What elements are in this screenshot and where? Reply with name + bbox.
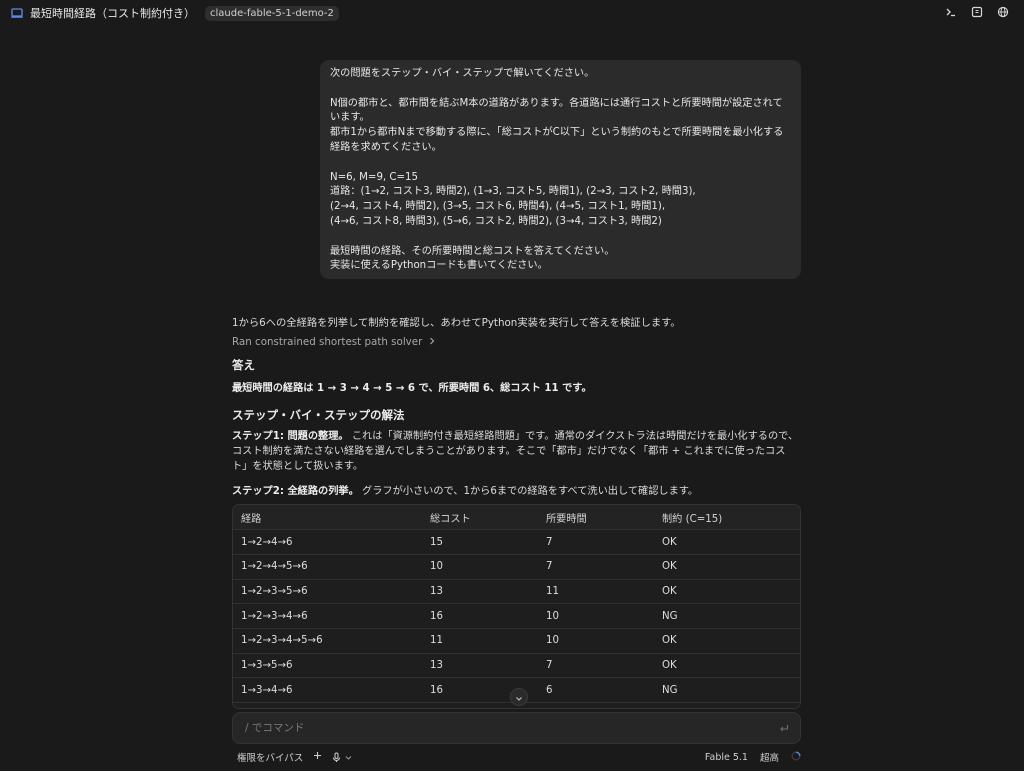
table-cell: 11	[538, 579, 654, 605]
table-cell: OK	[654, 653, 800, 679]
top-bar: 最短時間経路（コスト制約付き） claude-fable-5-1-demo-2	[0, 0, 1024, 26]
user-message: 次の問題をステップ・バイ・ステップで解いてください。 N個の都市と、都市間を結ぶ…	[320, 60, 801, 279]
user-line: 道路：(1→2, コスト3, 時間2), (1→3, コスト5, 時間1), (…	[330, 186, 696, 198]
step2-paragraph: ステップ2: 全経路の列挙。 グラフが小さいので、1から6までの経路をすべて洗い…	[232, 482, 698, 497]
steps-heading: ステップ・バイ・ステップの解法	[232, 408, 405, 422]
table-cell: 16	[422, 603, 538, 629]
prompt-input-box[interactable]	[232, 712, 801, 744]
tool-run-toggle[interactable]: Ran constrained shortest path solver	[232, 336, 436, 348]
table-cell: 13	[422, 653, 538, 679]
user-line: (4→6, コスト8, 時間3), (5→6, コスト2, 時間2), (3→4…	[330, 215, 662, 227]
routes-table: 経路 総コスト 所要時間 制約 (C=15) 1→2→4→6 15 7 OK 1…	[232, 504, 801, 709]
table-cell: 1→2→3→4→6	[233, 603, 422, 629]
answer-text: 最短時間の経路は 1 → 3 → 4 → 5 → 6 で、所要時間 6、総コスト…	[232, 383, 592, 394]
step2-label: ステップ2: 全経路の列挙。	[232, 486, 359, 497]
table-cell: 6	[538, 677, 654, 703]
table-cell: 1→2→3→5→6	[233, 579, 422, 605]
user-line: N=6, M=9, C=15	[330, 171, 419, 183]
table-row: 1→2→4→6 15 7 OK	[233, 529, 800, 555]
table-cell: OK	[654, 628, 800, 654]
table-cell: OK	[654, 579, 800, 605]
laptop-icon	[10, 6, 24, 20]
session-title: 最短時間経路（コスト制約付き）	[30, 7, 195, 20]
globe-icon[interactable]	[996, 5, 1010, 19]
table-cell: 15	[422, 529, 538, 555]
panel-icon[interactable]	[970, 5, 984, 19]
column-header: 所要時間	[538, 505, 654, 531]
table-cell: 1→2→4→6	[233, 529, 422, 555]
table-cell: 7	[538, 529, 654, 555]
table-cell: 10	[538, 603, 654, 629]
chevron-down-icon	[515, 688, 523, 707]
step2-text: グラフが小さいので、1から6までの経路をすべて洗い出して確認します。	[358, 486, 699, 497]
table-cell: OK	[654, 529, 800, 555]
table-cell: 1→3→4→6	[233, 677, 422, 703]
permission-mode[interactable]: 権限をバイパス	[237, 750, 303, 764]
step1-paragraph: ステップ1: 問題の整理。 これは「資源制約付き最短経路問題」です。通常のダイク…	[232, 429, 800, 474]
user-line: 最短時間の経路、その所要時間と総コストを答えてください。	[330, 245, 615, 257]
user-line: N個の都市と、都市間を結ぶM本の道路があります。各道路には通行コストと所要時間が…	[330, 97, 783, 124]
column-header: 経路	[233, 505, 422, 531]
chevron-right-icon	[428, 336, 436, 348]
step1-label: ステップ1: 問題の整理。	[232, 431, 349, 442]
table-row: 1→3→5→6 13 7 OK	[233, 653, 800, 679]
bottom-bar: 権限をバイパス Fable 5.1 超高	[232, 749, 801, 765]
table-cell: NG	[654, 603, 800, 629]
user-line: 都市1から都市Nまで移動する際に、「総コストがC以下」という制約のもとで所要時間…	[330, 127, 784, 153]
table-header-row: 経路 総コスト 所要時間 制約 (C=15)	[233, 505, 800, 531]
table-cell: OK	[654, 554, 800, 580]
table-row: 1→2→4→5→6 10 7 OK	[233, 554, 800, 580]
tool-run-label: Ran constrained shortest path solver	[232, 336, 423, 348]
table-cell: 1→2→4→5→6	[233, 554, 422, 580]
assistant-intro: 1から6への全経路を列挙して制約を確認し、あわせてPython実装を実行して答え…	[232, 317, 681, 329]
user-line: 次の問題をステップ・バイ・ステップで解いてください。	[330, 68, 595, 79]
enter-icon[interactable]	[778, 722, 790, 734]
effort-selector[interactable]: 超高	[760, 750, 779, 764]
table-cell: 7	[538, 554, 654, 580]
project-tag[interactable]: claude-fable-5-1-demo-2	[205, 5, 339, 21]
table-cell: 10	[422, 554, 538, 580]
table-cell: 10	[538, 628, 654, 654]
table-cell: 13	[422, 579, 538, 605]
answer-heading: 答え	[232, 358, 255, 372]
table-cell: 7	[538, 653, 654, 679]
table-row: 1→2→3→4→6 16 10 NG	[233, 603, 800, 629]
table-row: 1→2→3→4→5→6 11 10 OK	[233, 628, 800, 654]
column-header: 総コスト	[422, 505, 538, 531]
plus-icon[interactable]	[313, 751, 322, 763]
column-header: 制約 (C=15)	[654, 505, 800, 531]
terminal-icon[interactable]	[944, 5, 958, 19]
model-selector[interactable]: Fable 5.1	[705, 752, 748, 763]
prompt-input[interactable]	[243, 721, 778, 735]
table-cell: 11	[422, 628, 538, 654]
user-line: (2→4, コスト4, 時間2), (3→5, コスト6, 時間4), (4→5…	[330, 201, 666, 213]
table-cell: 1→2→3→4→5→6	[233, 628, 422, 654]
table-cell: 1→3→5→6	[233, 653, 422, 679]
scroll-down-button[interactable]	[510, 688, 528, 706]
table-cell: NG	[654, 677, 800, 703]
mic-icon[interactable]	[332, 752, 352, 763]
user-line: 実装に使えるPythonコードも書いてください。	[330, 260, 548, 272]
loading-spinner-icon	[791, 751, 801, 764]
table-row: 1→2→3→5→6 13 11 OK	[233, 579, 800, 605]
